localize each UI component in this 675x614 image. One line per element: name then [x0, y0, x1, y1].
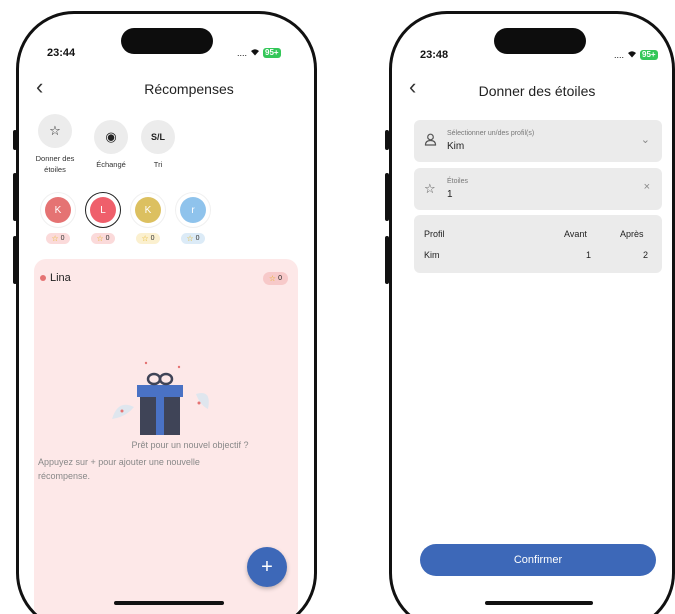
- avatar: L: [90, 197, 116, 223]
- eye-icon: ◉: [94, 120, 128, 154]
- back-button[interactable]: ‹: [36, 76, 43, 98]
- profile-select[interactable]: Sélectionner un/des profil(s) Kim ⌄: [414, 120, 662, 162]
- row-profile: Kim: [424, 250, 440, 260]
- avatar: K: [135, 197, 161, 223]
- status-time: 23:48: [420, 49, 449, 61]
- profile-avatar-r[interactable]: r ☆ 0: [173, 192, 213, 244]
- row-before: 1: [586, 250, 592, 260]
- star-summary-table: Profil Avant Après Kim 1 2: [414, 215, 662, 273]
- avatar: K: [45, 197, 71, 223]
- right-phone-screen: 23:48 .... 95+ ‹ Donner des étoiles Séle…: [389, 11, 675, 614]
- column-header-profile: Profil: [424, 229, 445, 239]
- battery-icon: 95+: [263, 48, 281, 58]
- give-stars-label: Donner des étoiles: [35, 154, 75, 174]
- row-after: 2: [643, 250, 649, 260]
- card-profile-name: Lina: [40, 272, 71, 284]
- star-icon: ☆: [186, 234, 194, 243]
- left-phone-screen: 23:44 .... 95+ ‹ Récompenses ☆ Donner de…: [16, 11, 317, 614]
- avatar: r: [180, 197, 206, 223]
- empty-state-title: Prêt pour un nouvel objectif ?: [131, 440, 249, 450]
- give-stars-button[interactable]: ☆ Donner des étoiles: [31, 114, 79, 175]
- star-count-pill: ☆ 0: [181, 233, 205, 244]
- confirm-button[interactable]: Confirmer: [420, 544, 656, 576]
- status-time: 23:44: [47, 47, 76, 59]
- battery-icon: 95+: [640, 50, 658, 60]
- star-count-pill: ☆ 0: [136, 233, 160, 244]
- home-indicator: [114, 601, 224, 605]
- stars-input[interactable]: ☆ Étoiles 1 ×: [414, 168, 662, 210]
- status-indicators: .... 95+: [614, 50, 658, 60]
- exchanged-button[interactable]: ◉ Échangé: [87, 120, 135, 170]
- gift-illustration-icon: [112, 361, 209, 435]
- clear-icon[interactable]: ×: [644, 181, 650, 193]
- stars-input-label: Étoiles: [447, 178, 469, 185]
- star-icon: ☆: [141, 234, 149, 243]
- exchanged-label: Échangé: [96, 160, 126, 169]
- star-icon: ☆: [268, 274, 277, 283]
- signal-icon: ....: [614, 50, 625, 60]
- add-reward-button[interactable]: +: [247, 547, 287, 587]
- star-icon: ☆: [38, 114, 72, 148]
- star-icon: ☆: [96, 234, 104, 243]
- column-header-before: Avant: [564, 229, 587, 239]
- stars-input-value: 1: [447, 189, 453, 200]
- wifi-icon: [627, 50, 637, 60]
- star-count-pill: ☆ 0: [46, 233, 70, 244]
- card-star-pill: ☆ 0: [262, 272, 288, 285]
- home-indicator: [485, 601, 593, 605]
- page-title: Récompenses: [144, 81, 234, 97]
- sort-icon: S/L: [141, 120, 175, 154]
- star-icon: ☆: [424, 181, 436, 196]
- page-title: Donner des étoiles: [478, 83, 596, 99]
- back-button[interactable]: ‹: [409, 76, 416, 98]
- status-indicators: .... 95+: [237, 48, 281, 58]
- column-header-after: Après: [620, 229, 644, 239]
- sort-button[interactable]: S/L Tri: [134, 120, 182, 170]
- dynamic-island: [494, 28, 586, 54]
- person-icon: [424, 133, 437, 149]
- chevron-down-icon: ⌄: [640, 134, 650, 146]
- star-icon: ☆: [51, 234, 59, 243]
- profile-avatar-k1[interactable]: K ☆ 0: [38, 192, 78, 244]
- profile-avatar-l[interactable]: L ☆ 0: [83, 192, 123, 244]
- signal-icon: ....: [237, 48, 248, 58]
- star-count-pill: ☆ 0: [91, 233, 115, 244]
- profile-select-label: Sélectionner un/des profil(s): [447, 130, 535, 137]
- wifi-icon: [250, 48, 260, 58]
- empty-state-body: Appuyez sur + pour ajouter une nouvelle …: [38, 457, 200, 481]
- sort-label: Tri: [153, 160, 163, 169]
- profile-avatar-k2[interactable]: K ☆ 0: [128, 192, 168, 244]
- dynamic-island: [121, 28, 213, 54]
- profile-select-value: Kim: [447, 141, 465, 152]
- color-dot: [40, 275, 46, 281]
